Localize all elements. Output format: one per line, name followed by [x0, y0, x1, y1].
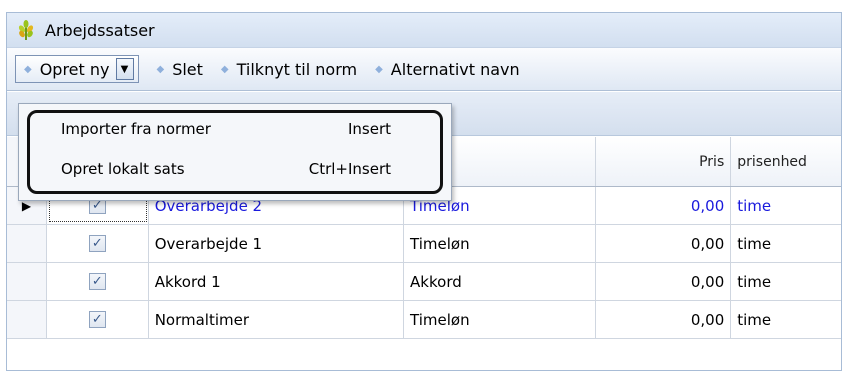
header-price[interactable]: Pris — [596, 137, 732, 186]
menu-item-import-from-norms[interactable]: Importer fra normer Insert — [61, 120, 391, 138]
bullet-icon: ◆ — [375, 63, 383, 75]
active-cell[interactable]: ✓ — [47, 263, 149, 300]
row-indicator — [7, 263, 47, 300]
unit-cell[interactable]: time — [731, 263, 841, 300]
dropdown-arrow-icon[interactable]: ▼ — [115, 58, 134, 80]
attach-norm-button[interactable]: ◆ Tilknyt til norm — [221, 60, 357, 79]
wheat-icon — [15, 19, 37, 41]
price-cell[interactable]: 0,00 — [596, 263, 732, 300]
row-indicator — [7, 225, 47, 262]
price-cell[interactable]: 0,00 — [596, 225, 732, 262]
create-new-dropdown-menu: Importer fra normer Insert Opret lokalt … — [18, 103, 452, 201]
toolbar: ◆ Opret ny ▼ ◆ Slet ◆ Tilknyt til norm ◆… — [7, 47, 841, 91]
type-cell[interactable]: Timeløn — [404, 225, 596, 262]
unit-cell[interactable]: time — [731, 187, 841, 224]
type-cell[interactable]: Timeløn — [404, 301, 596, 338]
title-bar: Arbejdssatser — [7, 13, 841, 47]
table-row[interactable]: ✓ Normaltimer Timeløn 0,00 time — [7, 301, 841, 339]
price-cell[interactable]: 0,00 — [596, 187, 732, 224]
active-checkbox[interactable]: ✓ — [88, 235, 106, 252]
menu-item-label: Opret lokalt sats — [61, 160, 185, 178]
header-unit[interactable]: prisenhed — [731, 137, 841, 186]
active-checkbox[interactable]: ✓ — [88, 273, 106, 290]
name-cell[interactable]: Overarbejde 1 — [149, 225, 405, 262]
active-checkbox[interactable]: ✓ — [88, 311, 106, 328]
window-title: Arbejdssatser — [45, 20, 155, 40]
create-new-label: Opret ny — [39, 59, 110, 79]
active-cell[interactable]: ✓ — [47, 225, 149, 262]
menu-item-shortcut: Insert — [347, 120, 391, 138]
price-cell[interactable]: 0,00 — [596, 301, 732, 338]
menu-item-label: Importer fra normer — [61, 120, 211, 138]
type-cell[interactable]: Akkord — [404, 263, 596, 300]
bullet-icon: ◆ — [220, 63, 229, 75]
bullet-icon: ◆ — [156, 63, 165, 75]
menu-item-shortcut: Ctrl+Insert — [308, 160, 391, 178]
delete-button[interactable]: ◆ Slet — [157, 60, 203, 79]
create-new-button[interactable]: ◆ Opret ny ▼ — [15, 55, 139, 83]
unit-cell[interactable]: time — [731, 301, 841, 338]
table-row[interactable]: ✓ Overarbejde 1 Timeløn 0,00 time — [7, 225, 841, 263]
delete-label: Slet — [172, 59, 203, 79]
active-cell[interactable]: ✓ — [47, 301, 149, 338]
name-cell[interactable]: Akkord 1 — [149, 263, 405, 300]
bullet-icon: ◆ — [24, 63, 32, 75]
name-cell[interactable]: Normaltimer — [149, 301, 405, 338]
attach-norm-label: Tilknyt til norm — [236, 59, 358, 79]
table-row[interactable]: ✓ Akkord 1 Akkord 0,00 time — [7, 263, 841, 301]
alternative-name-label: Alternativt navn — [390, 59, 520, 79]
row-indicator — [7, 301, 47, 338]
alternative-name-button[interactable]: ◆ Alternativt navn — [375, 60, 520, 79]
unit-cell[interactable]: time — [731, 225, 841, 262]
menu-item-create-local-rate[interactable]: Opret lokalt sats Ctrl+Insert — [61, 160, 391, 178]
